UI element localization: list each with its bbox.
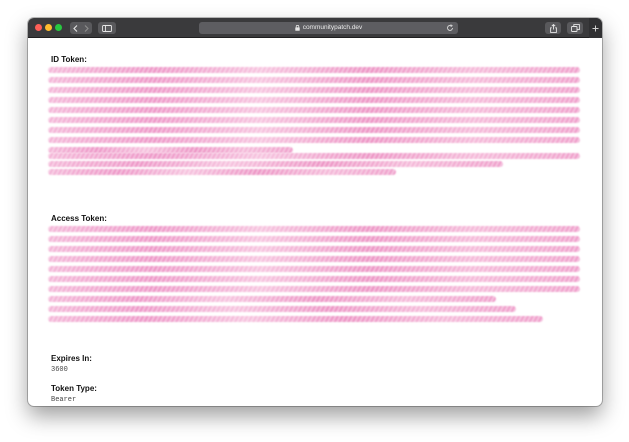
page-content: ID Token: Access Token: Expires In: 3600… [28, 38, 602, 406]
redaction-bar [48, 256, 580, 262]
redaction-bar [48, 236, 580, 242]
redaction-bar [48, 77, 580, 83]
redaction-bar [48, 169, 396, 175]
redaction-bar [48, 67, 580, 73]
sidebar-icon [102, 24, 112, 32]
redaction-bar [48, 316, 543, 322]
maximize-window-button[interactable] [55, 24, 62, 31]
token-type-label: Token Type: [51, 384, 97, 393]
redaction-bar [48, 296, 496, 302]
redaction-bar [48, 266, 580, 272]
redaction-bar [48, 276, 580, 282]
token-type-value: Bearer [51, 396, 77, 404]
tabs-overview-button[interactable] [567, 22, 583, 34]
lock-icon [294, 25, 300, 31]
redaction-bar [48, 117, 580, 123]
redaction-bar [48, 226, 580, 232]
browser-toolbar: communitypatch.dev [28, 18, 602, 38]
expires-in-value: 3600 [51, 366, 68, 374]
close-window-button[interactable] [35, 24, 42, 31]
back-button[interactable] [70, 22, 81, 34]
chevron-right-icon [84, 24, 89, 32]
redaction-bar [48, 306, 516, 312]
redaction-bar [48, 97, 580, 103]
plus-icon [592, 25, 599, 31]
tabs-icon [570, 24, 580, 32]
access-token-label: Access Token: [51, 214, 107, 223]
share-icon [549, 23, 557, 33]
redaction-bar [48, 153, 580, 159]
redaction-bar [48, 246, 580, 252]
address-bar[interactable]: communitypatch.dev [199, 22, 458, 34]
reload-icon[interactable] [446, 24, 454, 32]
id-token-label: ID Token: [51, 55, 87, 64]
new-tab-button[interactable] [589, 18, 602, 38]
share-button[interactable] [545, 22, 561, 34]
redaction-bar [48, 161, 503, 167]
redaction-bar [48, 87, 580, 93]
minimize-window-button[interactable] [45, 24, 52, 31]
navigation-buttons [70, 22, 92, 34]
redaction-bar [48, 107, 580, 113]
sidebar-button[interactable] [98, 22, 116, 34]
url-text: communitypatch.dev [302, 24, 363, 31]
redaction-bar [48, 286, 580, 292]
expires-in-label: Expires In: [51, 354, 92, 363]
forward-button[interactable] [81, 22, 92, 34]
access-token-redacted [48, 226, 580, 326]
browser-window: communitypatch.dev ID Token: Access Toke… [28, 18, 602, 406]
id-token-redacted [48, 67, 580, 175]
chevron-left-icon [73, 24, 78, 32]
redaction-bar [48, 127, 580, 133]
redaction-bar [48, 137, 580, 143]
